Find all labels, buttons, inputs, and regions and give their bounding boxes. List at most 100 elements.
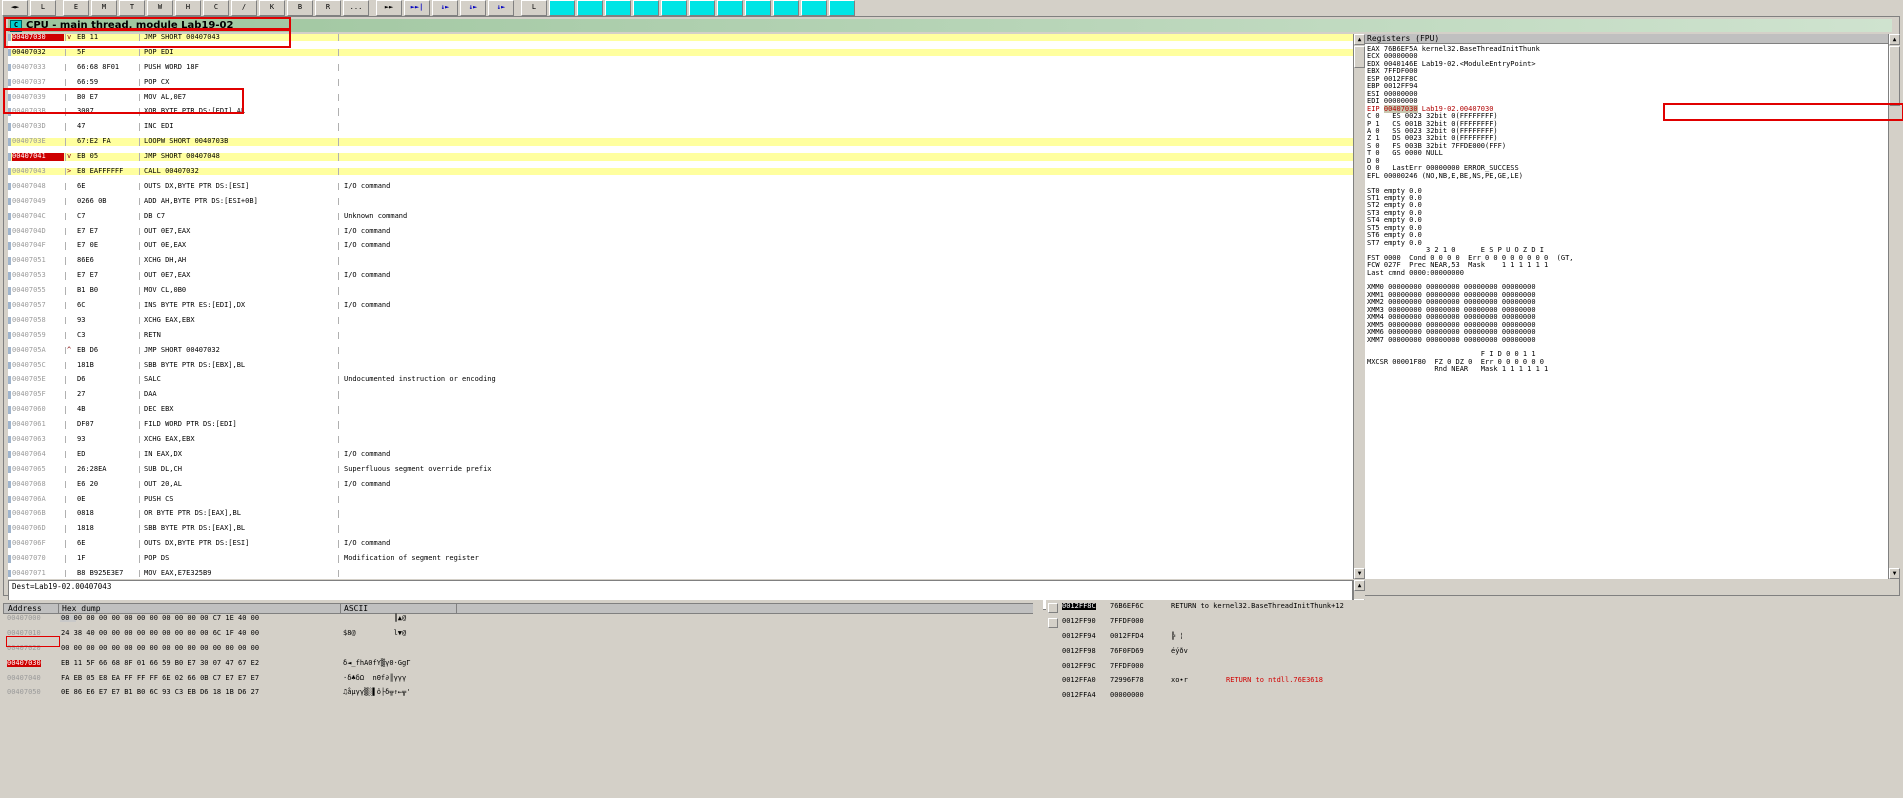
registers-scrollbar[interactable]: ▲ ▼ (1888, 34, 1900, 579)
toolbar-button-6[interactable]: H (175, 0, 201, 16)
toolbar-button-26[interactable] (745, 0, 771, 16)
disassembly-row[interactable]: 0040705A ^ EB D6 JMP SHORT 00407032 (8, 346, 1353, 355)
registers-scroll-thumb[interactable] (1889, 46, 1900, 106)
disassembly-row[interactable]: 0040703E 67:E2 FA LOOPW SHORT 0040703B (8, 137, 1353, 146)
disassembly-row[interactable]: 00407048 6E OUTS DX,BYTE PTR DS:[ESI] I/O c… (8, 182, 1353, 191)
stack-scroll-button[interactable] (1048, 617, 1058, 628)
toolbar-button-17[interactable]: ↓► (488, 0, 514, 16)
toolbar-button-1[interactable]: L (30, 0, 56, 16)
dump-col-divider-2[interactable] (340, 604, 341, 613)
disassembly-row[interactable]: 0040705C 181B SBB BYTE PTR DS:[EBX],BL (8, 361, 1353, 369)
dump-row[interactable]: 00407010 24 38 40 00 00 00 00 00 00 00 00… (3, 629, 1033, 637)
toolbar-button-23[interactable] (661, 0, 687, 16)
register-line[interactable]: XMM7 00000000 00000000 00000000 00000000 (1367, 336, 1536, 344)
scroll-thumb[interactable] (1354, 46, 1365, 68)
toolbar-button-25[interactable] (717, 0, 743, 16)
scroll-down-arrow[interactable]: ▼ (1354, 568, 1365, 579)
toolbar-button-29[interactable] (829, 0, 855, 16)
disassembly-row[interactable]: 00407064 ED IN EAX,DX I/O command (8, 450, 1353, 459)
toolbar-button-14[interactable]: ►►| (404, 0, 430, 16)
toolbar-button-5[interactable]: W (147, 0, 173, 16)
toolbar-button-16[interactable]: ↓► (460, 0, 486, 16)
disassembly-row[interactable]: 0040705E D6 SALC Undocumented instruction o… (8, 375, 1353, 384)
disassembly-row[interactable]: 0040703D 47 INC EDI (8, 122, 1353, 131)
disassembly-row[interactable]: 00407055 B1 B0 MOV CL,0B0 (8, 286, 1353, 295)
dump-row[interactable]: 00407030 EB 11 5F 66 68 8F 01 66 59 B0 E7… (3, 659, 1033, 668)
disassembly-row[interactable]: 0040706D 1818 SBB BYTE PTR DS:[EAX],BL (8, 524, 1353, 533)
register-line[interactable]: EFL 00000246 (NO,NB,E,BE,NS,PE,GE,LE) (1367, 172, 1523, 180)
dump-row[interactable]: 00407000 00 00 00 00 00 00 00 00 00 00 00… (3, 614, 1033, 623)
stack-row[interactable]: 0012FF8C 76B6EF6C RETURN to kernel32.BaseT… (1046, 602, 1900, 613)
disassembly-row[interactable]: 0040703B 3007 XOR BYTE PTR DS:[EDI],AL (8, 107, 1353, 116)
disassembly-row[interactable]: 00407051 86E6 XCHG DH,AH (8, 256, 1353, 265)
disassembly-row[interactable]: 00407060 4B DEC EBX (8, 405, 1353, 414)
toolbar-button-2[interactable]: E (63, 0, 89, 16)
stack-row[interactable]: 0012FFA0 72996F78 xo∙r RETURN to ntdll.76E3… (1046, 676, 1900, 684)
disassembly-row[interactable]: 0040705F 27 DAA (8, 390, 1353, 399)
toolbar-button-10[interactable]: B (287, 0, 313, 16)
toolbar-button-19[interactable] (549, 0, 575, 16)
toolbar-button-27[interactable] (773, 0, 799, 16)
toolbar-button-24[interactable] (689, 0, 715, 16)
toolbar-button-9[interactable]: K (259, 0, 285, 16)
dump-row[interactable]: 00407040 FA EB 05 E8 EA FF FF FF 6E 02 66… (3, 674, 1033, 682)
toolbar-button-21[interactable] (605, 0, 631, 16)
toolbar-button-28[interactable] (801, 0, 827, 16)
dump-row[interactable]: 00407020 00 00 00 00 00 00 00 00 00 00 00… (3, 644, 1033, 652)
disassembly-row[interactable]: 00407033 66:68 8F01 PUSH WORD 18F (8, 63, 1353, 72)
disassembly-row[interactable]: 00407071 B8 B925E3E7 MOV EAX,E7E325B9 (8, 569, 1353, 578)
toolbar-button-11[interactable]: R (315, 0, 341, 16)
disassembly-row[interactable]: 00407030 v EB 11 JMP SHORT 00407043 (8, 34, 1353, 42)
dump-row[interactable]: 00407050 0E 86 E6 E7 E7 B1 B0 6C 93 C3 EB… (3, 688, 1033, 696)
disassembly-row[interactable]: 00407043 > E8 EAFFFFFF CALL 00407032 (8, 167, 1353, 176)
toolbar-button-20[interactable] (577, 0, 603, 16)
toolbar-button-4[interactable]: T (119, 0, 145, 16)
disassembly-row[interactable]: 00407039 B0 E7 MOV AL,0E7 (8, 93, 1353, 101)
disassembly-row[interactable]: 0040704C C7 DB C7 Unknown command (8, 212, 1353, 221)
toolbar-button-18[interactable]: L (521, 0, 547, 16)
toolbar-button-8[interactable]: / (231, 0, 257, 16)
disassembly-row[interactable]: 00407037 66:59 POP CX (8, 78, 1353, 87)
disassembly-row[interactable]: 00407061 DF07 FILD WORD PTR DS:[EDI] (8, 420, 1353, 429)
disassembly-row[interactable]: 00407049 0266 0B ADD AH,BYTE PTR DS:[ESI+0… (8, 197, 1353, 206)
cpu-window-titlebar[interactable]: C CPU - main thread, module Lab19-02 (8, 19, 1892, 32)
disassembly-row[interactable]: 0040704F E7 0E OUT 0E,EAX I/O command (8, 241, 1353, 250)
disassembly-row[interactable]: 00407068 E6 20 OUT 20,AL I/O command (8, 480, 1353, 489)
toolbar-button-12[interactable]: ... (343, 0, 369, 16)
registers-scroll-up[interactable]: ▲ (1889, 34, 1900, 45)
dump-col-divider-1[interactable] (58, 604, 59, 613)
register-line[interactable]: Last cmnd 0000:00000000 (1367, 269, 1464, 277)
toolbar-button-3[interactable]: M (91, 0, 117, 16)
dump-col-divider-3[interactable] (456, 604, 457, 613)
disassembly-row[interactable]: 00407058 93 XCHG EAX,EBX (8, 316, 1353, 325)
disassembly-row[interactable]: 00407063 93 XCHG EAX,EBX (8, 435, 1353, 444)
stack-row[interactable]: 0012FF90 7FFDF000 (1046, 617, 1900, 628)
disassembly-row[interactable]: 00407053 E7 E7 OUT 0E7,EAX I/O command (8, 271, 1353, 280)
main-toolbar[interactable]: ◄► L E M T W H C / K B R... ►► ►►| ↓► ↓► ↓► L (0, 0, 1903, 16)
info-scroll-up[interactable]: ▲ (1354, 580, 1365, 591)
stack-scroll-button[interactable] (1048, 603, 1058, 613)
stack-row[interactable]: 0012FF94 0012FFD4 ╠ ¦ (1046, 632, 1900, 640)
stack-row[interactable]: 0012FFA4 00000000 (1046, 691, 1900, 699)
stack-row[interactable]: 0012FF9C 7FFDF000 (1046, 662, 1900, 670)
stack-row[interactable]: 0012FF98 76F0FD69 éýðv (1046, 647, 1900, 655)
toolbar-button-22[interactable] (633, 0, 659, 16)
disassembly-row[interactable]: 0040706A 0E PUSH CS (8, 495, 1353, 503)
disassembly-row[interactable]: 00407041 v EB 05 JMP SHORT 00407048 (8, 152, 1353, 161)
scroll-up-arrow[interactable]: ▲ (1354, 34, 1365, 45)
toolbar-button-13[interactable]: ►► (376, 0, 402, 16)
toolbar-button-0[interactable]: ◄► (2, 0, 28, 16)
disassembly-row[interactable]: 0040706F 6E OUTS DX,BYTE PTR DS:[ESI] I/O c… (8, 539, 1353, 548)
disassembly-row[interactable]: 00407032 5F POP EDI (8, 48, 1353, 57)
disassembly-row[interactable]: 00407059 C3 RETN (8, 331, 1353, 340)
registers-scroll-down[interactable]: ▼ (1889, 568, 1900, 579)
toolbar-button-15[interactable]: ↓► (432, 0, 458, 16)
disassembly-row[interactable]: 00407057 6C INS BYTE PTR ES:[EDI],DX I/O co… (8, 301, 1353, 310)
register-line[interactable]: Rnd NEAR Mask 1 1 1 1 1 1 (1367, 365, 1548, 373)
disassembly-row[interactable]: 0040704D E7 E7 OUT 0E7,EAX I/O command (8, 227, 1353, 235)
registers-pane[interactable]: Registers (FPU) EAX 76B6EF5A kernel32.Ba… (1364, 34, 1900, 579)
disassembly-row[interactable]: 00407070 1F POP DS Modification of segment … (8, 554, 1353, 563)
disassembly-row[interactable]: 0040706B 0818 OR BYTE PTR DS:[EAX],BL (8, 509, 1353, 518)
disassembly-scrollbar[interactable]: ▲ ▼ (1353, 34, 1365, 579)
toolbar-button-7[interactable]: C (203, 0, 229, 16)
